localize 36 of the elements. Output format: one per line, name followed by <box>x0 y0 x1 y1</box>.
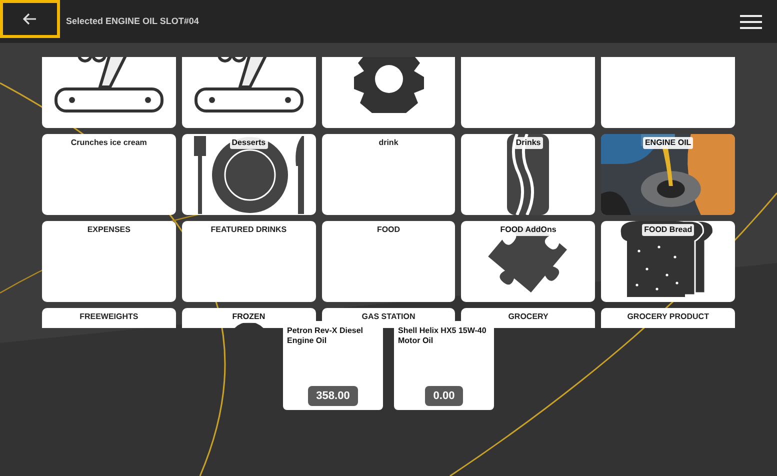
category-label: EXPENSES <box>86 224 132 236</box>
category-label: FOOD Bread <box>642 224 694 236</box>
category-label: FREEWEIGHTS <box>78 311 140 323</box>
price-badge: 0.00 <box>425 386 463 406</box>
category-label: FROZEN <box>230 311 268 323</box>
category-label: GAS STATION <box>360 311 416 323</box>
product-name: Petron Rev-X Diesel Engine Oil <box>287 326 364 346</box>
product-card[interactable]: Petron Rev-X Diesel Engine Oil 358.00 <box>283 321 383 410</box>
category-tile[interactable]: FOOD <box>322 221 456 302</box>
category-label: ENGINE OIL <box>642 137 694 149</box>
category-tile[interactable]: FOOD AddOns <box>461 221 596 302</box>
category-label: Desserts <box>230 137 268 149</box>
category-tile[interactable]: Crunches ice cream <box>42 134 176 215</box>
category-label: Drinks <box>514 137 543 149</box>
product-name: Shell Helix HX5 15W-40 Motor Oil <box>398 326 488 346</box>
header-title: Selected ENGINE OIL SLOT#04 <box>66 14 199 28</box>
category-label: FOOD <box>376 224 402 236</box>
category-tile[interactable]: EXPENSES <box>42 221 176 302</box>
category-tile[interactable]: drink <box>322 134 456 215</box>
product-card[interactable]: Shell Helix HX5 15W-40 Motor Oil 0.00 <box>394 321 494 410</box>
category-tile[interactable]: GROCERY PRODUCT <box>601 308 735 328</box>
category-label: FOOD AddOns <box>498 224 558 236</box>
category-label: drink <box>378 137 400 149</box>
category-tile[interactable]: Desserts <box>182 134 316 215</box>
category-label: Crunches ice cream <box>70 137 148 149</box>
category-label: GROCERY <box>507 311 550 323</box>
category-label: GROCERY PRODUCT <box>626 311 710 323</box>
category-tile[interactable]: FREEWEIGHTS <box>42 308 176 328</box>
category-tile[interactable]: Drinks <box>461 134 596 215</box>
category-tile[interactable]: ENGINE OIL <box>601 134 735 215</box>
category-label: FEATURED DRINKS <box>210 224 288 236</box>
price-badge: 358.00 <box>308 386 358 406</box>
category-tile[interactable]: FROZEN <box>182 308 316 328</box>
category-tile[interactable]: GROCERY <box>461 308 596 328</box>
category-tile[interactable]: FEATURED DRINKS <box>182 221 316 302</box>
category-tile[interactable]: FOOD Bread <box>601 221 735 302</box>
